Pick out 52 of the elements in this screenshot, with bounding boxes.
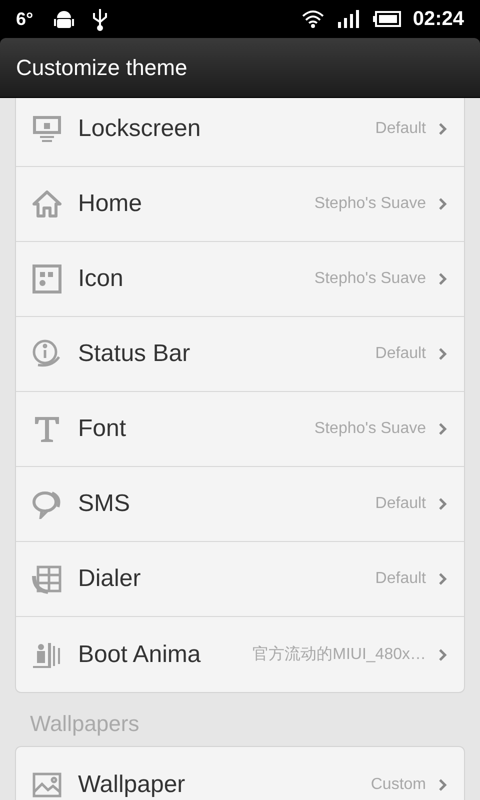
row-label: Status Bar — [78, 339, 190, 369]
usb-icon — [91, 7, 110, 31]
row-label: SMS — [78, 489, 130, 519]
temperature: 6° — [16, 8, 34, 30]
row-label: Wallpaper — [78, 770, 186, 800]
section-heading: Wallpapers — [29, 710, 140, 738]
row-label: Home — [78, 189, 142, 219]
chevron-icon — [438, 778, 448, 792]
chat-bubble-icon — [32, 489, 62, 519]
row-value: Stepho's Suave — [314, 194, 426, 214]
chevron-icon — [438, 422, 448, 436]
chevron-icon — [438, 648, 448, 662]
window-title: Customize theme — [16, 54, 188, 82]
row-value: Custom — [370, 774, 426, 794]
home-icon — [32, 189, 62, 219]
battery-icon — [372, 11, 401, 27]
theme-row[interactable]: Boot Anima 官方流动的MIUI_480x… — [16, 617, 464, 692]
wifi-icon — [300, 9, 325, 29]
row-value: Default — [375, 344, 426, 364]
grid-icon — [32, 264, 62, 294]
signal-icon — [336, 9, 361, 29]
theme-row[interactable]: Status Bar Default — [16, 317, 464, 392]
chevron-icon — [438, 347, 448, 361]
clock: 02:24 — [412, 7, 464, 32]
row-value: Stepho's Suave — [314, 419, 426, 439]
row-label: Lockscreen — [78, 114, 201, 144]
chevron-icon — [438, 497, 448, 511]
chevron-icon — [438, 197, 448, 211]
chevron-icon — [438, 122, 448, 136]
monitor-lock-icon — [32, 114, 62, 144]
theme-row[interactable]: Dialer Default — [16, 542, 464, 617]
row-label: Boot Anima — [78, 640, 201, 670]
letter-t-icon — [32, 414, 62, 444]
theme-row[interactable]: SMS Default — [16, 467, 464, 542]
row-value: Default — [375, 569, 426, 589]
row-label: Dialer — [78, 564, 141, 594]
row-value: Default — [375, 494, 426, 514]
theme-row[interactable]: Font Stepho's Suave — [16, 392, 464, 467]
phone-grid-icon — [32, 564, 62, 594]
chevron-icon — [438, 272, 448, 286]
theme-row[interactable]: Home Stepho's Suave — [16, 167, 464, 242]
row-value: Stepho's Suave — [314, 269, 426, 289]
row-value: 官方流动的MIUI_480x… — [252, 644, 426, 664]
android-icon — [53, 8, 76, 30]
theme-row[interactable]: Lockscreen Default — [16, 98, 464, 167]
row-value: Default — [375, 119, 426, 139]
chevron-icon — [438, 572, 448, 586]
theme-row[interactable]: Wallpaper Custom — [16, 747, 464, 800]
info-bubble-icon — [32, 339, 62, 369]
row-label: Font — [78, 414, 126, 444]
theme-row[interactable]: Icon Stepho's Suave — [16, 242, 464, 317]
row-label: Icon — [78, 264, 124, 294]
